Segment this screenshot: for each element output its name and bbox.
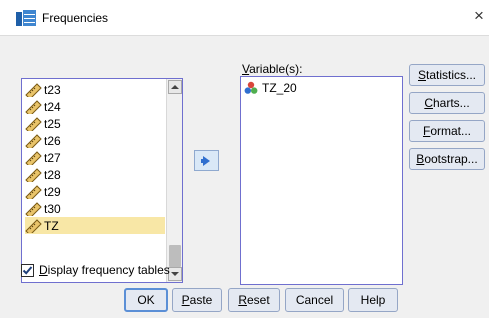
scale-ruler-icon [25, 201, 42, 216]
list-item[interactable]: TZ_20 [244, 81, 297, 95]
variable-label: TZ_20 [262, 81, 297, 95]
scale-ruler-icon [25, 116, 42, 131]
format-button[interactable]: Format... [409, 120, 485, 142]
display-frequency-tables-option[interactable]: Display frequency tables [21, 263, 170, 277]
nominal-variable-icon [244, 81, 258, 94]
statistics-button[interactable]: Statistics... [409, 64, 485, 86]
up-arrow-icon [171, 85, 179, 89]
window-title: Frequencies [42, 11, 109, 25]
scale-ruler-icon [25, 82, 42, 97]
vertical-scrollbar[interactable] [166, 79, 182, 282]
variable-label: t30 [44, 201, 61, 216]
charts-button[interactable]: Charts... [409, 92, 485, 114]
list-item[interactable]: t28 [25, 166, 165, 183]
scale-ruler-icon [25, 184, 42, 199]
list-item[interactable]: t24 [25, 98, 165, 115]
reset-button[interactable]: Reset [228, 288, 280, 312]
move-variable-button[interactable] [194, 150, 219, 171]
checkmark-icon [22, 265, 33, 275]
list-item[interactable]: t29 [25, 183, 165, 200]
scroll-down-button[interactable] [168, 267, 182, 281]
paste-button[interactable]: Paste [172, 288, 222, 312]
variable-label: t29 [44, 184, 61, 199]
variable-label: t24 [44, 99, 61, 114]
target-variable-list[interactable]: TZ_20 [240, 76, 403, 285]
variable-label: t23 [44, 82, 61, 97]
close-icon[interactable]: × [474, 6, 484, 26]
variable-label: TZ [44, 218, 59, 233]
source-variable-list[interactable]: t23 t24 t25 t26 t27 t28 t29 t30 TZ [21, 78, 183, 283]
scale-ruler-icon [25, 99, 42, 114]
list-item[interactable]: t23 [25, 81, 165, 98]
list-item[interactable]: t27 [25, 149, 165, 166]
variable-label: t27 [44, 150, 61, 165]
variables-label: Variable(s): [242, 62, 303, 76]
spss-table-icon [16, 10, 36, 26]
variable-label: t28 [44, 167, 61, 182]
list-item[interactable]: t26 [25, 132, 165, 149]
variable-label: t25 [44, 116, 61, 131]
down-arrow-icon [171, 272, 179, 276]
title-bar: Frequencies × [0, 0, 489, 36]
scale-ruler-icon [25, 133, 42, 148]
list-item-selected[interactable]: TZ [25, 217, 165, 234]
cancel-button[interactable]: Cancel [285, 288, 344, 312]
checkbox-label: Display frequency tables [39, 263, 170, 277]
scale-ruler-icon [25, 167, 42, 182]
right-arrow-icon [200, 155, 210, 166]
variable-label: t26 [44, 133, 61, 148]
list-item[interactable]: t30 [25, 200, 165, 217]
scale-ruler-icon [25, 150, 42, 165]
scroll-up-button[interactable] [168, 80, 182, 94]
scale-ruler-icon [25, 218, 42, 233]
ok-button[interactable]: OK [124, 288, 168, 312]
bootstrap-button[interactable]: Bootstrap... [409, 148, 485, 170]
list-item[interactable]: t25 [25, 115, 165, 132]
scroll-thumb[interactable] [169, 245, 181, 267]
display-frequency-tables-checkbox[interactable] [21, 263, 34, 277]
dialog-body: t23 t24 t25 t26 t27 t28 t29 t30 TZ Varia… [0, 36, 489, 318]
help-button[interactable]: Help [348, 288, 398, 312]
